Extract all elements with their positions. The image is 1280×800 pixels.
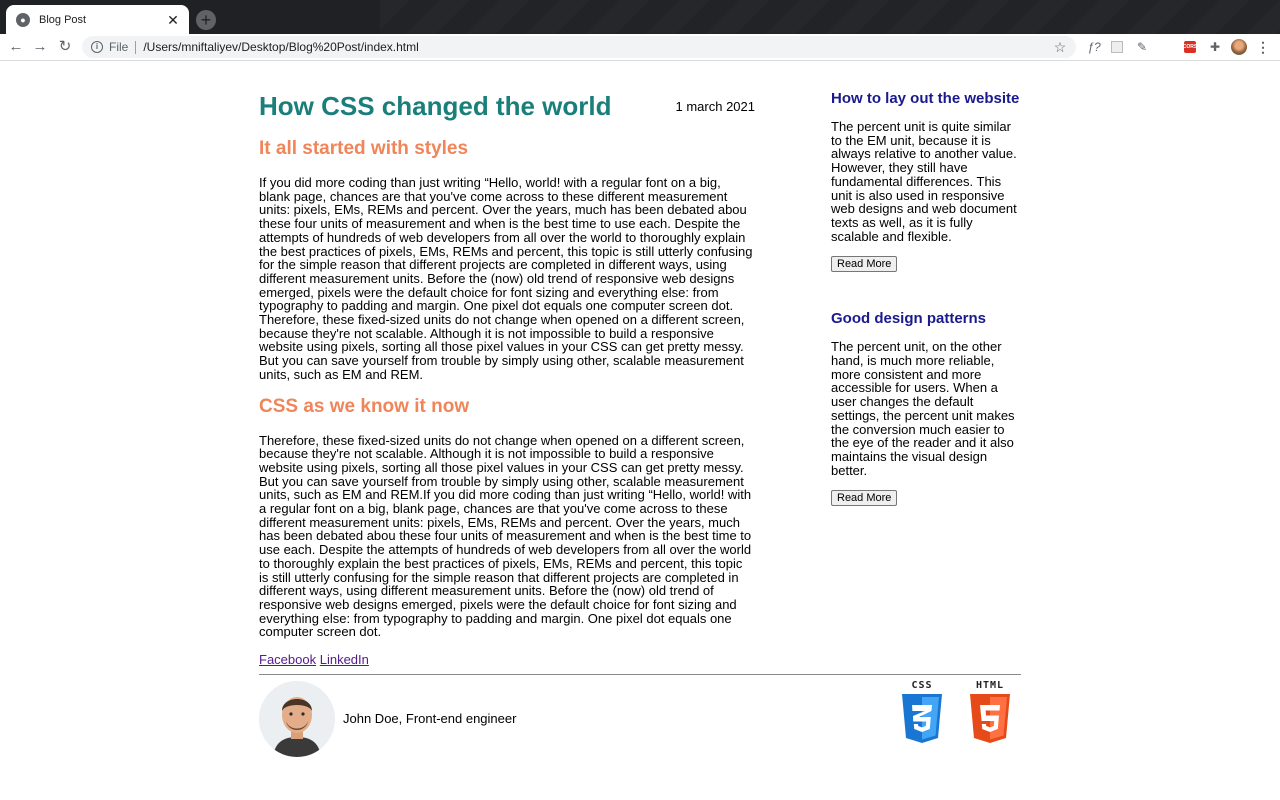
- url-text[interactable]: /Users/mniftaliyev/Desktop/Blog%20Post/i…: [143, 40, 1050, 54]
- address-separator: [135, 40, 137, 54]
- sidebar: How to lay out the website The percent u…: [831, 90, 1023, 507]
- sidebar-card-heading: Good design patterns: [831, 310, 987, 328]
- html-badge-label: HTML: [975, 680, 1005, 691]
- avatar: [259, 681, 335, 757]
- extension-fx-icon[interactable]: ƒ?: [1085, 39, 1103, 55]
- css3-shield-icon: [902, 694, 942, 743]
- facebook-link[interactable]: Facebook: [259, 652, 316, 667]
- reload-icon[interactable]: ↻: [55, 37, 75, 57]
- tab-title: Blog Post: [39, 13, 87, 26]
- section-heading-styles: It all started with styles: [259, 138, 469, 159]
- new-tab-button[interactable]: +: [196, 10, 216, 30]
- sidebar-card-text: The percent unit is quite similar to the…: [831, 119, 1017, 244]
- section-heading-now: CSS as we know it now: [259, 395, 470, 417]
- css-badge-label: CSS: [911, 680, 933, 691]
- extension-square-icon[interactable]: [1111, 41, 1123, 53]
- globe-icon: ●: [16, 12, 30, 27]
- bookmark-star-icon[interactable]: ☆: [1050, 39, 1070, 56]
- eyedropper-icon[interactable]: ✎: [1134, 39, 1150, 55]
- tab-strip-pattern: [380, 0, 1280, 34]
- linkedin-link[interactable]: LinkedIn: [320, 652, 369, 667]
- article: How CSS changed the world 1 march 2021 I…: [259, 90, 755, 667]
- section-paragraph-now: Therefore, these fixed-sized units do no…: [259, 432, 752, 640]
- info-icon[interactable]: i: [91, 41, 103, 53]
- post-date: 1 march 2021: [675, 99, 756, 114]
- forward-arrow-icon[interactable]: →: [30, 37, 50, 57]
- author-name: John Doe, Front-end engineer: [343, 711, 517, 726]
- close-icon[interactable]: ✕: [165, 12, 181, 28]
- html5-logo: HTML: [967, 680, 1013, 744]
- browser-tab-strip: ● Blog Post ✕ +: [0, 0, 1280, 34]
- read-more-button[interactable]: Read More: [831, 256, 898, 273]
- sidebar-card-text: The percent unit, on the other hand, is …: [831, 339, 1015, 478]
- toolbar-divider: [0, 60, 1280, 61]
- author-portrait-icon: [259, 681, 335, 757]
- section-paragraph-styles: If you did more coding than just writing…: [259, 175, 753, 382]
- back-arrow-icon[interactable]: ←: [6, 37, 26, 57]
- menu-dots-icon[interactable]: ⋮: [1255, 39, 1271, 55]
- browser-toolbar: ← → ↻ i File /Users/mniftaliyev/Desktop/…: [0, 34, 1280, 60]
- html5-shield-icon: [970, 694, 1010, 743]
- sidebar-card-patterns: Good design patterns The percent unit, o…: [831, 310, 1023, 507]
- url-scheme: File: [109, 40, 129, 54]
- cors-extension-icon[interactable]: CORS: [1183, 41, 1197, 53]
- sidebar-card-layout: How to lay out the website The percent u…: [831, 90, 1023, 273]
- footer-divider: [259, 674, 1021, 675]
- browser-tab[interactable]: ● Blog Post ✕: [6, 5, 189, 34]
- puzzle-extensions-icon[interactable]: ✚: [1207, 39, 1223, 55]
- css3-logo: CSS: [899, 680, 945, 744]
- address-bar[interactable]: i File /Users/mniftaliyev/Desktop/Blog%2…: [82, 36, 1076, 58]
- social-links: Facebook LinkedIn: [259, 652, 755, 667]
- sidebar-card-heading: How to lay out the website: [831, 90, 1020, 107]
- read-more-button[interactable]: Read More: [831, 490, 898, 507]
- profile-avatar-icon[interactable]: [1231, 39, 1247, 55]
- post-header: How CSS changed the world 1 march 2021: [259, 90, 755, 130]
